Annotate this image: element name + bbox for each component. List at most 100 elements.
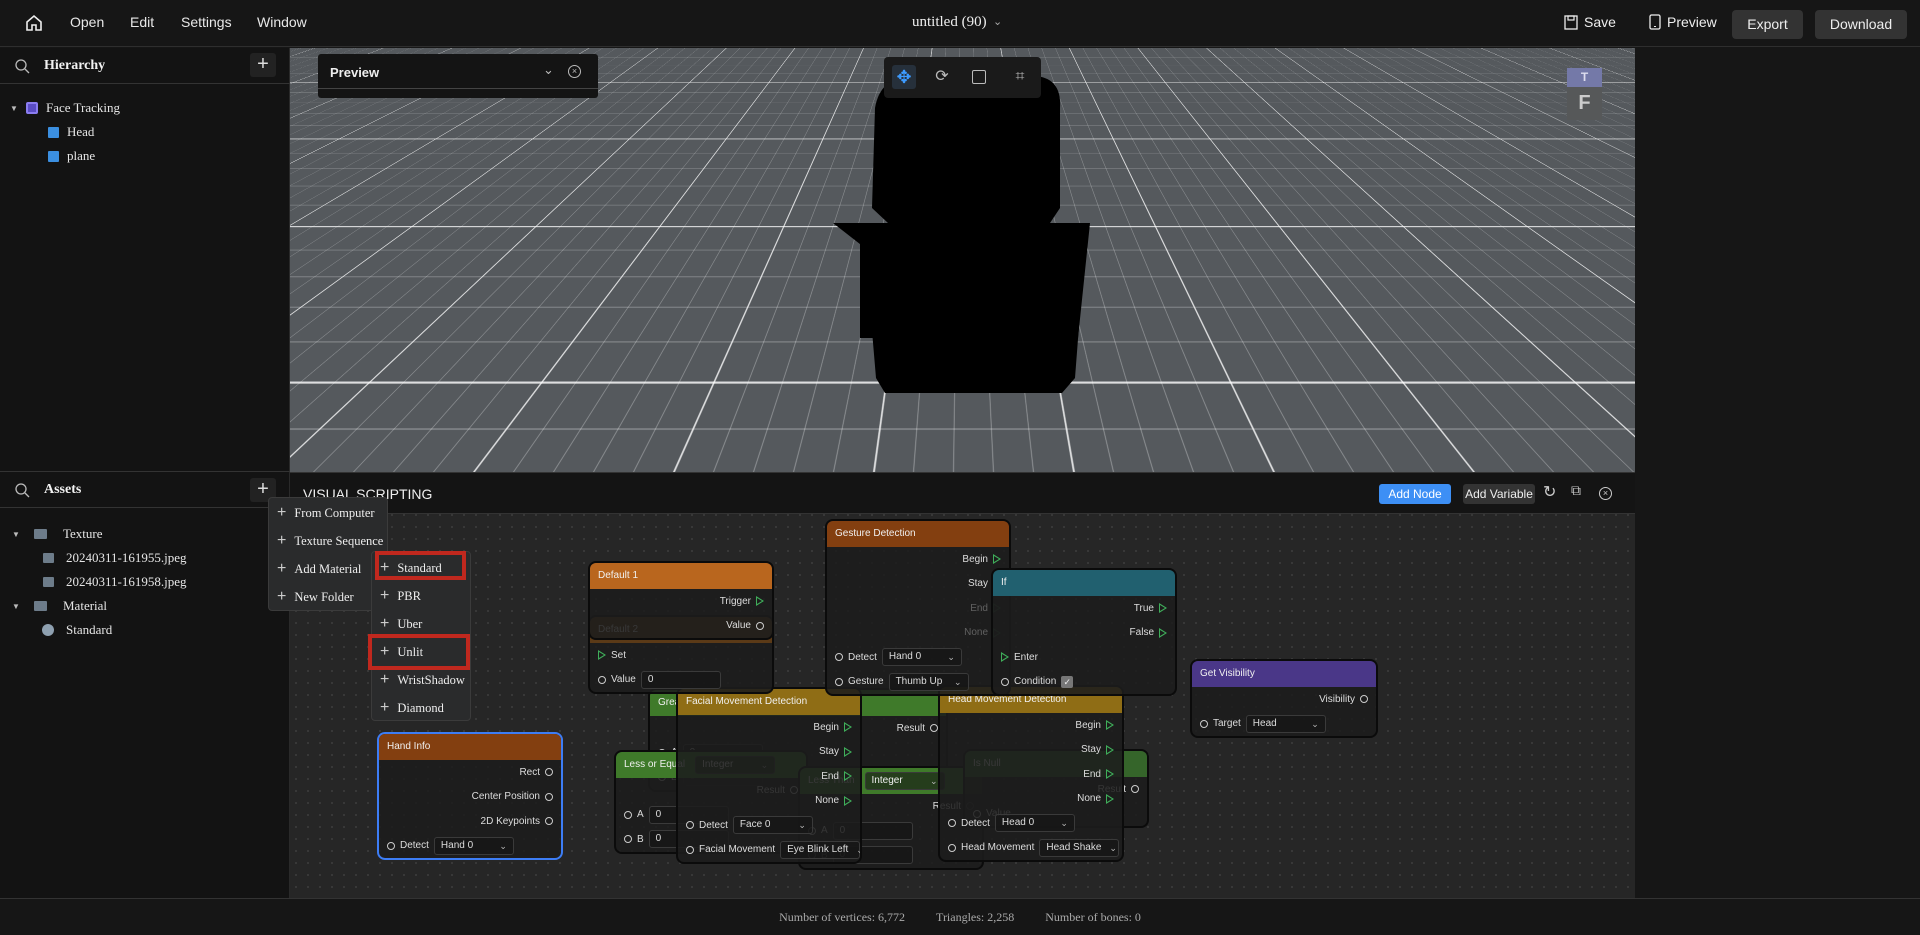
item-label: 20240311-161958.jpeg <box>66 574 187 589</box>
asset-item[interactable]: 20240311-161958.jpeg <box>43 574 186 590</box>
flow-port-icon[interactable] <box>844 771 852 782</box>
data-port-icon[interactable] <box>756 621 764 630</box>
hierarchy-item-head[interactable]: Head <box>48 124 94 140</box>
asset-folder-texture[interactable]: ▼ Texture <box>12 526 103 542</box>
menu-window[interactable]: Window <box>257 14 307 30</box>
data-port-icon[interactable] <box>835 653 843 662</box>
menu-item-add-material[interactable]: + Add Material <box>269 555 387 583</box>
rotate-tool-icon[interactable]: ⟳ <box>930 65 954 89</box>
flow-port-icon[interactable] <box>1159 627 1167 638</box>
data-port-icon[interactable] <box>598 675 606 684</box>
data-port-icon[interactable] <box>1360 695 1368 704</box>
export-button[interactable]: Export <box>1732 10 1803 39</box>
node-default1[interactable]: Default 1 Trigger Value <box>588 561 774 640</box>
scale-tool-icon[interactable] <box>972 70 986 84</box>
view-cube-top[interactable]: T <box>1567 68 1602 87</box>
node-handinfo[interactable]: Hand Info Rect Center Position 2D Keypoints… <box>377 732 563 860</box>
hierarchy-item-face-tracking[interactable]: ▼ Face Tracking <box>10 100 120 116</box>
data-port-icon[interactable] <box>948 819 956 828</box>
data-port-icon[interactable] <box>1131 785 1139 794</box>
view-cube-front[interactable]: F <box>1567 87 1602 120</box>
data-port-icon[interactable] <box>930 724 938 733</box>
flow-port-icon[interactable] <box>993 554 1001 565</box>
flow-port-icon[interactable] <box>598 650 606 661</box>
type-select[interactable]: Integer <box>864 772 945 790</box>
node-facial[interactable]: Facial Movement Detection Begin Stay End Non… <box>676 687 862 864</box>
data-port-icon[interactable] <box>545 768 553 777</box>
flow-port-icon[interactable] <box>1106 744 1114 755</box>
node-gesture[interactable]: Gesture Detection Begin Stay End None Detect H… <box>825 519 1011 696</box>
checkbox[interactable]: ✓ <box>1061 675 1074 688</box>
asset-folder-material[interactable]: ▼ Material <box>12 598 107 614</box>
menu-item-new-folder[interactable]: + New Folder <box>269 583 387 611</box>
data-port-icon[interactable] <box>624 835 632 844</box>
menu-edit[interactable]: Edit <box>130 14 154 30</box>
flow-port-icon[interactable] <box>844 795 852 806</box>
data-port-icon[interactable] <box>948 843 956 852</box>
flow-port-icon[interactable] <box>1106 793 1114 804</box>
close-icon[interactable]: × <box>1599 487 1612 500</box>
menu-settings[interactable]: Settings <box>181 14 232 30</box>
node-select[interactable]: Hand 0 <box>433 836 514 855</box>
caret-down-icon[interactable]: ▼ <box>12 530 20 539</box>
node-select[interactable]: Head <box>1245 714 1326 733</box>
refresh-icon[interactable]: ↻ <box>1543 482 1556 502</box>
submenu-item-pbr[interactable]: + PBR <box>372 582 470 610</box>
node-select[interactable]: Thumb Up <box>888 672 969 691</box>
data-port-icon[interactable] <box>624 810 632 819</box>
data-port-icon[interactable] <box>545 817 553 826</box>
data-port-icon[interactable] <box>545 792 553 801</box>
data-port-icon[interactable] <box>1200 719 1208 728</box>
visual-scripting-panel[interactable]: VISUAL SCRIPTING Add Node Add Variable ↻… <box>290 472 1635 898</box>
home-icon[interactable] <box>25 14 43 32</box>
collapse-icon[interactable]: ⌄ <box>543 62 554 78</box>
flow-port-icon[interactable] <box>844 722 852 733</box>
external-link-icon[interactable]: ⧉ <box>1571 482 1581 499</box>
close-icon[interactable]: × <box>568 65 581 78</box>
node-select[interactable]: Face 0 <box>732 816 813 835</box>
menu-item-texture-sequence[interactable]: + Texture Sequence <box>269 527 387 555</box>
caret-down-icon[interactable]: ▼ <box>12 602 20 611</box>
submenu-item-diamond[interactable]: + Diamond <box>372 694 470 722</box>
node-if[interactable]: If True False Enter Condition ✓ <box>991 568 1177 696</box>
caret-down-icon[interactable]: ▼ <box>10 104 18 113</box>
data-port-icon[interactable] <box>686 821 694 830</box>
add-node-button[interactable]: Add Node <box>1379 484 1451 504</box>
data-port-icon[interactable] <box>387 841 395 850</box>
data-port-icon[interactable] <box>686 845 694 854</box>
node-head[interactable]: Head Movement Detection Begin Stay End None D… <box>938 685 1124 862</box>
node-select[interactable]: Head Shake <box>1039 838 1120 857</box>
asset-item[interactable]: Standard <box>42 622 112 638</box>
add-variable-button[interactable]: Add Variable <box>1463 484 1535 504</box>
flow-port-icon[interactable] <box>844 746 852 757</box>
data-port-icon[interactable] <box>835 677 843 686</box>
data-port-icon[interactable] <box>1001 677 1009 686</box>
flow-port-icon[interactable] <box>1159 603 1167 614</box>
flow-port-icon[interactable] <box>1106 720 1114 731</box>
project-title[interactable]: untitled (90) <box>912 14 987 31</box>
flow-port-icon[interactable] <box>756 596 764 607</box>
flow-port-icon[interactable] <box>1001 652 1009 663</box>
chevron-down-icon[interactable]: ⌄ <box>993 15 1002 28</box>
item-label: 20240311-161955.jpeg <box>66 550 187 565</box>
asset-item[interactable]: 20240311-161955.jpeg <box>43 550 186 566</box>
node-input-field[interactable]: 0 <box>640 670 721 689</box>
submenu-item-wristshadow[interactable]: + WristShadow <box>372 666 470 694</box>
node-getvis[interactable]: Get Visibility Visibility Target Head <box>1190 659 1378 738</box>
search-icon[interactable] <box>15 483 30 498</box>
node-select[interactable]: Eye Blink Left <box>780 840 860 859</box>
download-button[interactable]: Download <box>1815 10 1907 39</box>
scene-viewport[interactable]: Preview ⌄ × ✥ ⟳ ⌗ T F <box>290 48 1635 472</box>
menu-item-from-computer[interactable]: + From Computer <box>269 499 387 527</box>
rect-transform-tool-icon[interactable]: ⌗ <box>1008 65 1032 89</box>
node-select[interactable]: Hand 0 <box>881 648 962 667</box>
search-icon[interactable] <box>15 59 30 74</box>
hierarchy-item-plane[interactable]: plane <box>48 148 95 164</box>
flow-port-icon[interactable] <box>1106 769 1114 780</box>
menu-open[interactable]: Open <box>70 14 104 30</box>
move-tool-icon[interactable]: ✥ <box>892 65 916 89</box>
add-object-button[interactable]: + <box>250 53 276 77</box>
preview-button[interactable]: Preview <box>1649 14 1717 30</box>
save-button[interactable]: Save <box>1564 14 1616 30</box>
node-select[interactable]: Head 0 <box>994 814 1075 833</box>
